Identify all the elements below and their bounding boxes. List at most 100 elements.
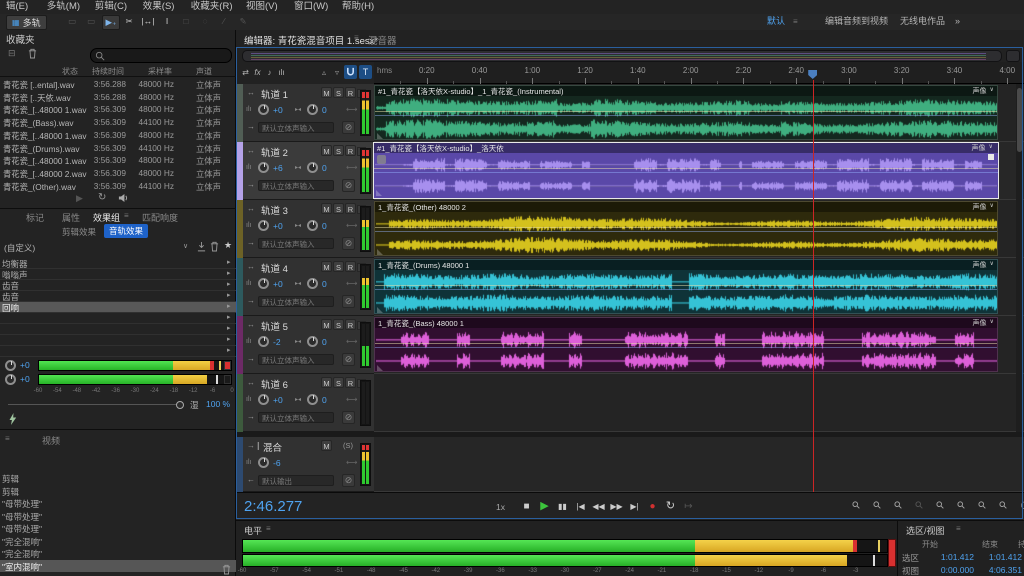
output-select[interactable]: 默认输出 <box>258 475 334 486</box>
input-select[interactable]: 默认立体声输入 <box>258 122 334 133</box>
subtab-clip-effects[interactable]: 剪辑效果 <box>62 226 96 238</box>
monitor-input-button[interactable]: ⊘ <box>342 411 355 424</box>
pan-knob[interactable] <box>307 162 318 173</box>
record-button[interactable]: ● <box>644 499 661 514</box>
effect-slot[interactable]: 嗡嗡声▸ <box>0 269 236 280</box>
monitor-input-button[interactable]: ⊘ <box>342 121 355 134</box>
clip-pan-caret-icon[interactable]: ∨ <box>990 86 994 93</box>
playhead-marker[interactable] <box>808 70 817 79</box>
track-header[interactable]: ↔轨道 3MSRılı+0▸◂0⟷→默认立体声输入⊘ <box>236 200 374 258</box>
effect-slot[interactable]: 齿音▸ <box>0 280 236 291</box>
effect-slot-arrow-icon[interactable]: ▸ <box>227 324 231 332</box>
input-select[interactable]: 默认立体声输入 <box>258 354 334 365</box>
volume-knob[interactable] <box>258 162 269 173</box>
timeline-navigator[interactable] <box>242 50 1002 62</box>
pause-button[interactable]: ▮▮ <box>554 499 571 514</box>
track-lane[interactable]: #1_青花瓷【洛天依X-studio】_洛天依声像∨ <box>374 142 1024 200</box>
effect-slot-arrow-icon[interactable]: ▸ <box>227 280 231 288</box>
monitor-input-button[interactable]: ⊘ <box>342 179 355 192</box>
tracks-scrollbar-thumb[interactable] <box>1017 88 1022 152</box>
track-lane[interactable]: 1_青花瓷_(Other) 48000 2声像∨ <box>374 200 1024 258</box>
history-item[interactable]: "室内混响" <box>0 560 236 573</box>
rewind-button[interactable]: ◀◀ <box>590 499 607 514</box>
slip-tool[interactable]: |↔| <box>140 15 156 28</box>
editor-layout-icon[interactable]: ▭ <box>64 15 80 28</box>
timeline-ruler[interactable]: hms0:200:401:001:201:402:002:202:403:003… <box>374 62 1024 84</box>
arm-record-button[interactable]: R <box>345 87 356 98</box>
arm-record-button[interactable]: R <box>345 145 356 156</box>
track-lane[interactable]: 1_青花瓷_(Bass) 48000 1声像∨ <box>374 316 1024 374</box>
mute-button[interactable]: M <box>321 145 332 156</box>
effect-slot-arrow-icon[interactable]: ▸ <box>227 335 231 343</box>
workspace-overflow-button[interactable]: » <box>955 15 960 28</box>
rack-mix-slider[interactable] <box>8 404 178 405</box>
track-header[interactable]: ↔轨道 1MSRılı+0▸◂0⟷→默认立体声输入⊘ <box>236 84 374 142</box>
menu-item-4[interactable]: 收藏夹(R) <box>187 0 237 14</box>
arm-record-button[interactable]: R <box>345 319 356 330</box>
loop-playback-button[interactable]: ↻ <box>662 499 679 514</box>
effect-slot-arrow-icon[interactable]: ▸ <box>227 258 231 266</box>
solo-button[interactable]: S <box>333 203 344 214</box>
volume-knob[interactable] <box>258 220 269 231</box>
rack-gain-knob[interactable] <box>5 360 16 371</box>
workspace-menu-icon[interactable]: ≡ <box>793 15 798 28</box>
effect-slot-arrow-icon[interactable]: ▸ <box>227 313 231 321</box>
stop-button[interactable]: ■ <box>518 499 535 514</box>
go-to-end-button[interactable]: ▶| <box>626 499 643 514</box>
clip-pan-caret-icon[interactable]: ∨ <box>990 202 994 209</box>
arm-record-button[interactable]: R <box>345 377 356 388</box>
mix-track-header[interactable]: →❙混合M(S)ılı-6⟷←默认输出⊘ <box>236 437 374 492</box>
effect-slot[interactable]: 回响▸ <box>0 302 236 313</box>
history-item[interactable]: "完全混响" <box>0 535 236 548</box>
effect-slot[interactable]: 齿音▸ <box>0 291 236 302</box>
preview-loop-button[interactable]: ↻ <box>98 192 106 203</box>
subtab-track-effects[interactable]: 音轨效果 <box>104 224 148 238</box>
razor-tool[interactable]: ✂ <box>121 15 137 28</box>
effect-slot[interactable]: ▸ <box>0 335 236 346</box>
preset-caret-icon[interactable]: ∨ <box>183 242 188 250</box>
add-marker-icon[interactable]: T <box>359 65 372 79</box>
tab-properties[interactable]: 属性 <box>62 211 80 224</box>
solo-button[interactable]: S <box>333 261 344 272</box>
file-row[interactable]: 青花瓷_[..48000 1.wav3:56.30948000 Hz立体声 <box>0 154 236 167</box>
tab-effects-rack[interactable]: 效果组 <box>93 211 120 224</box>
effect-slot[interactable]: ▸ <box>0 346 236 357</box>
file-row[interactable]: 青花瓷_(Drums).wav3:56.30944100 Hz立体声 <box>0 142 236 155</box>
clip-indicator[interactable] <box>888 539 896 567</box>
arm-record-button[interactable]: R <box>345 203 356 214</box>
mute-button[interactable]: M <box>321 261 332 272</box>
mute-button[interactable]: M <box>321 440 332 451</box>
history-panel-menu-icon[interactable]: ≡ <box>5 434 10 443</box>
pan-knob[interactable] <box>307 278 318 289</box>
menu-item-7[interactable]: 帮助(H) <box>338 0 378 14</box>
solo-button[interactable]: S <box>333 145 344 156</box>
effect-slot[interactable]: ▸ <box>0 324 236 335</box>
monitor-input-button[interactable]: ⊘ <box>342 474 355 487</box>
clip-pan-caret-icon[interactable]: ∨ <box>990 318 994 325</box>
history-item[interactable]: "母带处理" <box>0 497 236 510</box>
menu-item-2[interactable]: 剪辑(C) <box>91 0 131 14</box>
editor-panel-menu-icon[interactable]: ≡ <box>354 33 359 42</box>
preset-save-icon[interactable] <box>197 242 206 252</box>
track-lane[interactable] <box>374 374 1024 432</box>
zoom-full-button[interactable]: ⚲ <box>992 494 1016 518</box>
pan-knob[interactable] <box>307 336 318 347</box>
snap-markers-icon[interactable]: ▿ <box>331 66 343 79</box>
delete-file-icon[interactable] <box>28 48 37 59</box>
vertical-zoom-widget[interactable] <box>1006 50 1020 62</box>
effect-slot-arrow-icon[interactable]: ▸ <box>227 302 231 310</box>
effect-slot-arrow-icon[interactable]: ▸ <box>227 291 231 299</box>
file-row[interactable]: 青花瓷_[..48000 1.wav3:56.30948000 Hz立体声 <box>0 129 236 142</box>
effect-slot[interactable]: 均衡器▸ <box>0 258 236 269</box>
history-delete-icon[interactable] <box>222 564 231 575</box>
mute-button[interactable]: M <box>321 87 332 98</box>
solo-button[interactable]: S <box>333 377 344 388</box>
volume-knob[interactable] <box>258 336 269 347</box>
arm-record-button[interactable]: R <box>345 261 356 272</box>
selview-menu-icon[interactable]: ≡ <box>956 524 961 533</box>
rack-apply-icon[interactable] <box>9 413 17 425</box>
tab-match-loudness[interactable]: 匹配响度 <box>142 211 178 224</box>
brush-selection-tool[interactable]: ∕ <box>216 15 232 28</box>
import-file-icon[interactable]: ⊟ <box>8 48 16 59</box>
track-header[interactable]: ↔轨道 6MSRılı+0▸◂0⟷→默认立体声输入⊘ <box>236 374 374 432</box>
